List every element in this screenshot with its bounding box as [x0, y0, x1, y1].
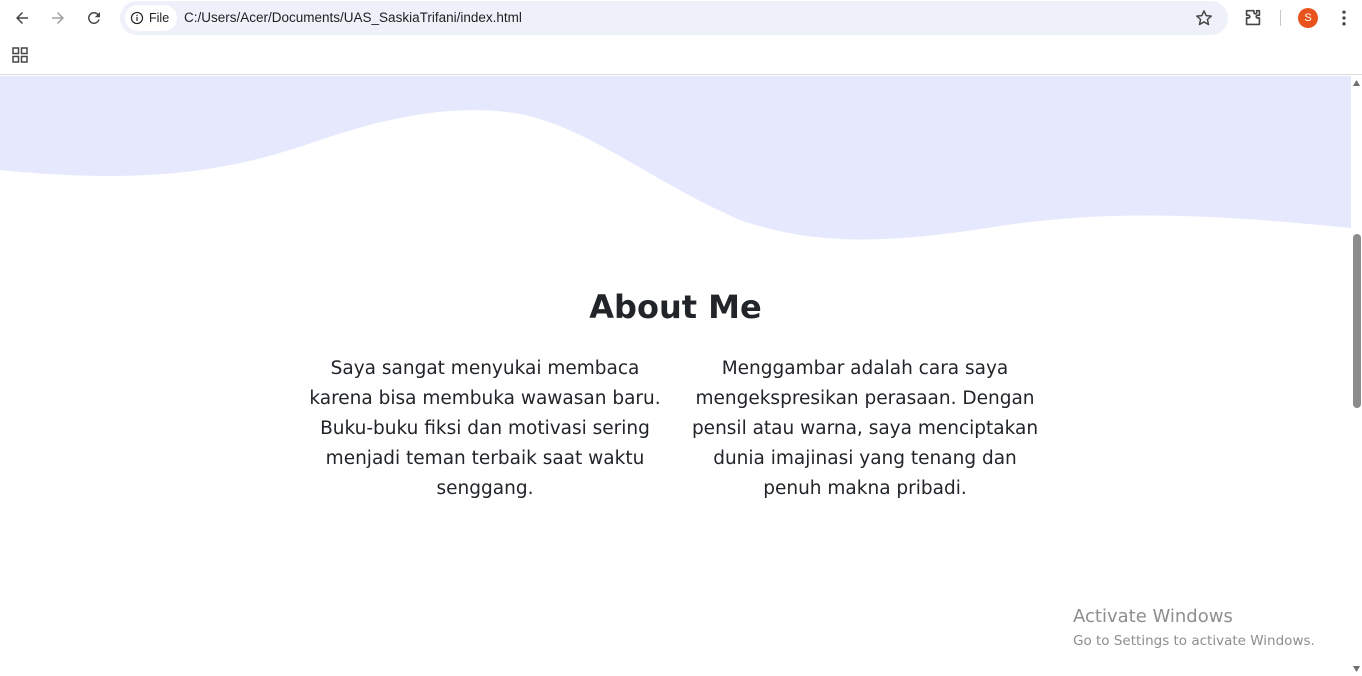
forward-arrow-icon	[52, 12, 64, 24]
activate-windows-watermark: Activate Windows Go to Settings to activ…	[1073, 606, 1333, 652]
page-viewport: About Me Saya sangat menyukai membaca ka…	[0, 76, 1351, 676]
profile-avatar[interactable]: S	[1298, 8, 1318, 28]
apps-grid-icon[interactable]	[12, 47, 28, 63]
browser-toolbar: File C:/Users/Acer/Documents/UAS_SaskiaT…	[0, 0, 1362, 36]
puzzle-icon[interactable]	[1242, 7, 1264, 29]
reload-icon	[87, 11, 100, 24]
bookmarks-bar	[0, 36, 1362, 75]
reading-paragraph: Saya sangat menyukai membaca karena bisa…	[309, 358, 661, 499]
activate-subtitle: Go to Settings to activate Windows.	[1073, 633, 1315, 649]
url-text[interactable]: C:/Users/Acer/Documents/UAS_SaskiaTrifan…	[184, 10, 522, 25]
decorative-wave	[0, 76, 1351, 240]
drawing-paragraph: Menggambar adalah cara saya mengekspresi…	[691, 358, 1039, 499]
about-heading: About Me	[589, 288, 762, 326]
scroll-up-arrow-icon[interactable]	[1353, 80, 1360, 86]
scrollbar-thumb[interactable]	[1353, 234, 1361, 408]
activate-title: Activate Windows	[1073, 606, 1233, 627]
star-icon[interactable]	[1194, 8, 1214, 28]
back-arrow-icon	[16, 12, 28, 24]
address-bar[interactable]: File C:/Users/Acer/Documents/UAS_SaskiaT…	[120, 1, 1228, 35]
reload-button[interactable]	[80, 4, 108, 32]
forward-button[interactable]	[44, 4, 72, 32]
site-info-chip[interactable]: File	[125, 5, 177, 31]
page-scrollbar[interactable]	[1351, 76, 1362, 676]
scroll-down-arrow-icon[interactable]	[1353, 666, 1360, 672]
site-chip-label: File	[149, 11, 170, 25]
back-button[interactable]	[8, 4, 36, 32]
kebab-menu-icon[interactable]	[1334, 8, 1354, 28]
info-icon	[130, 11, 144, 25]
toolbar-divider	[1280, 10, 1281, 26]
